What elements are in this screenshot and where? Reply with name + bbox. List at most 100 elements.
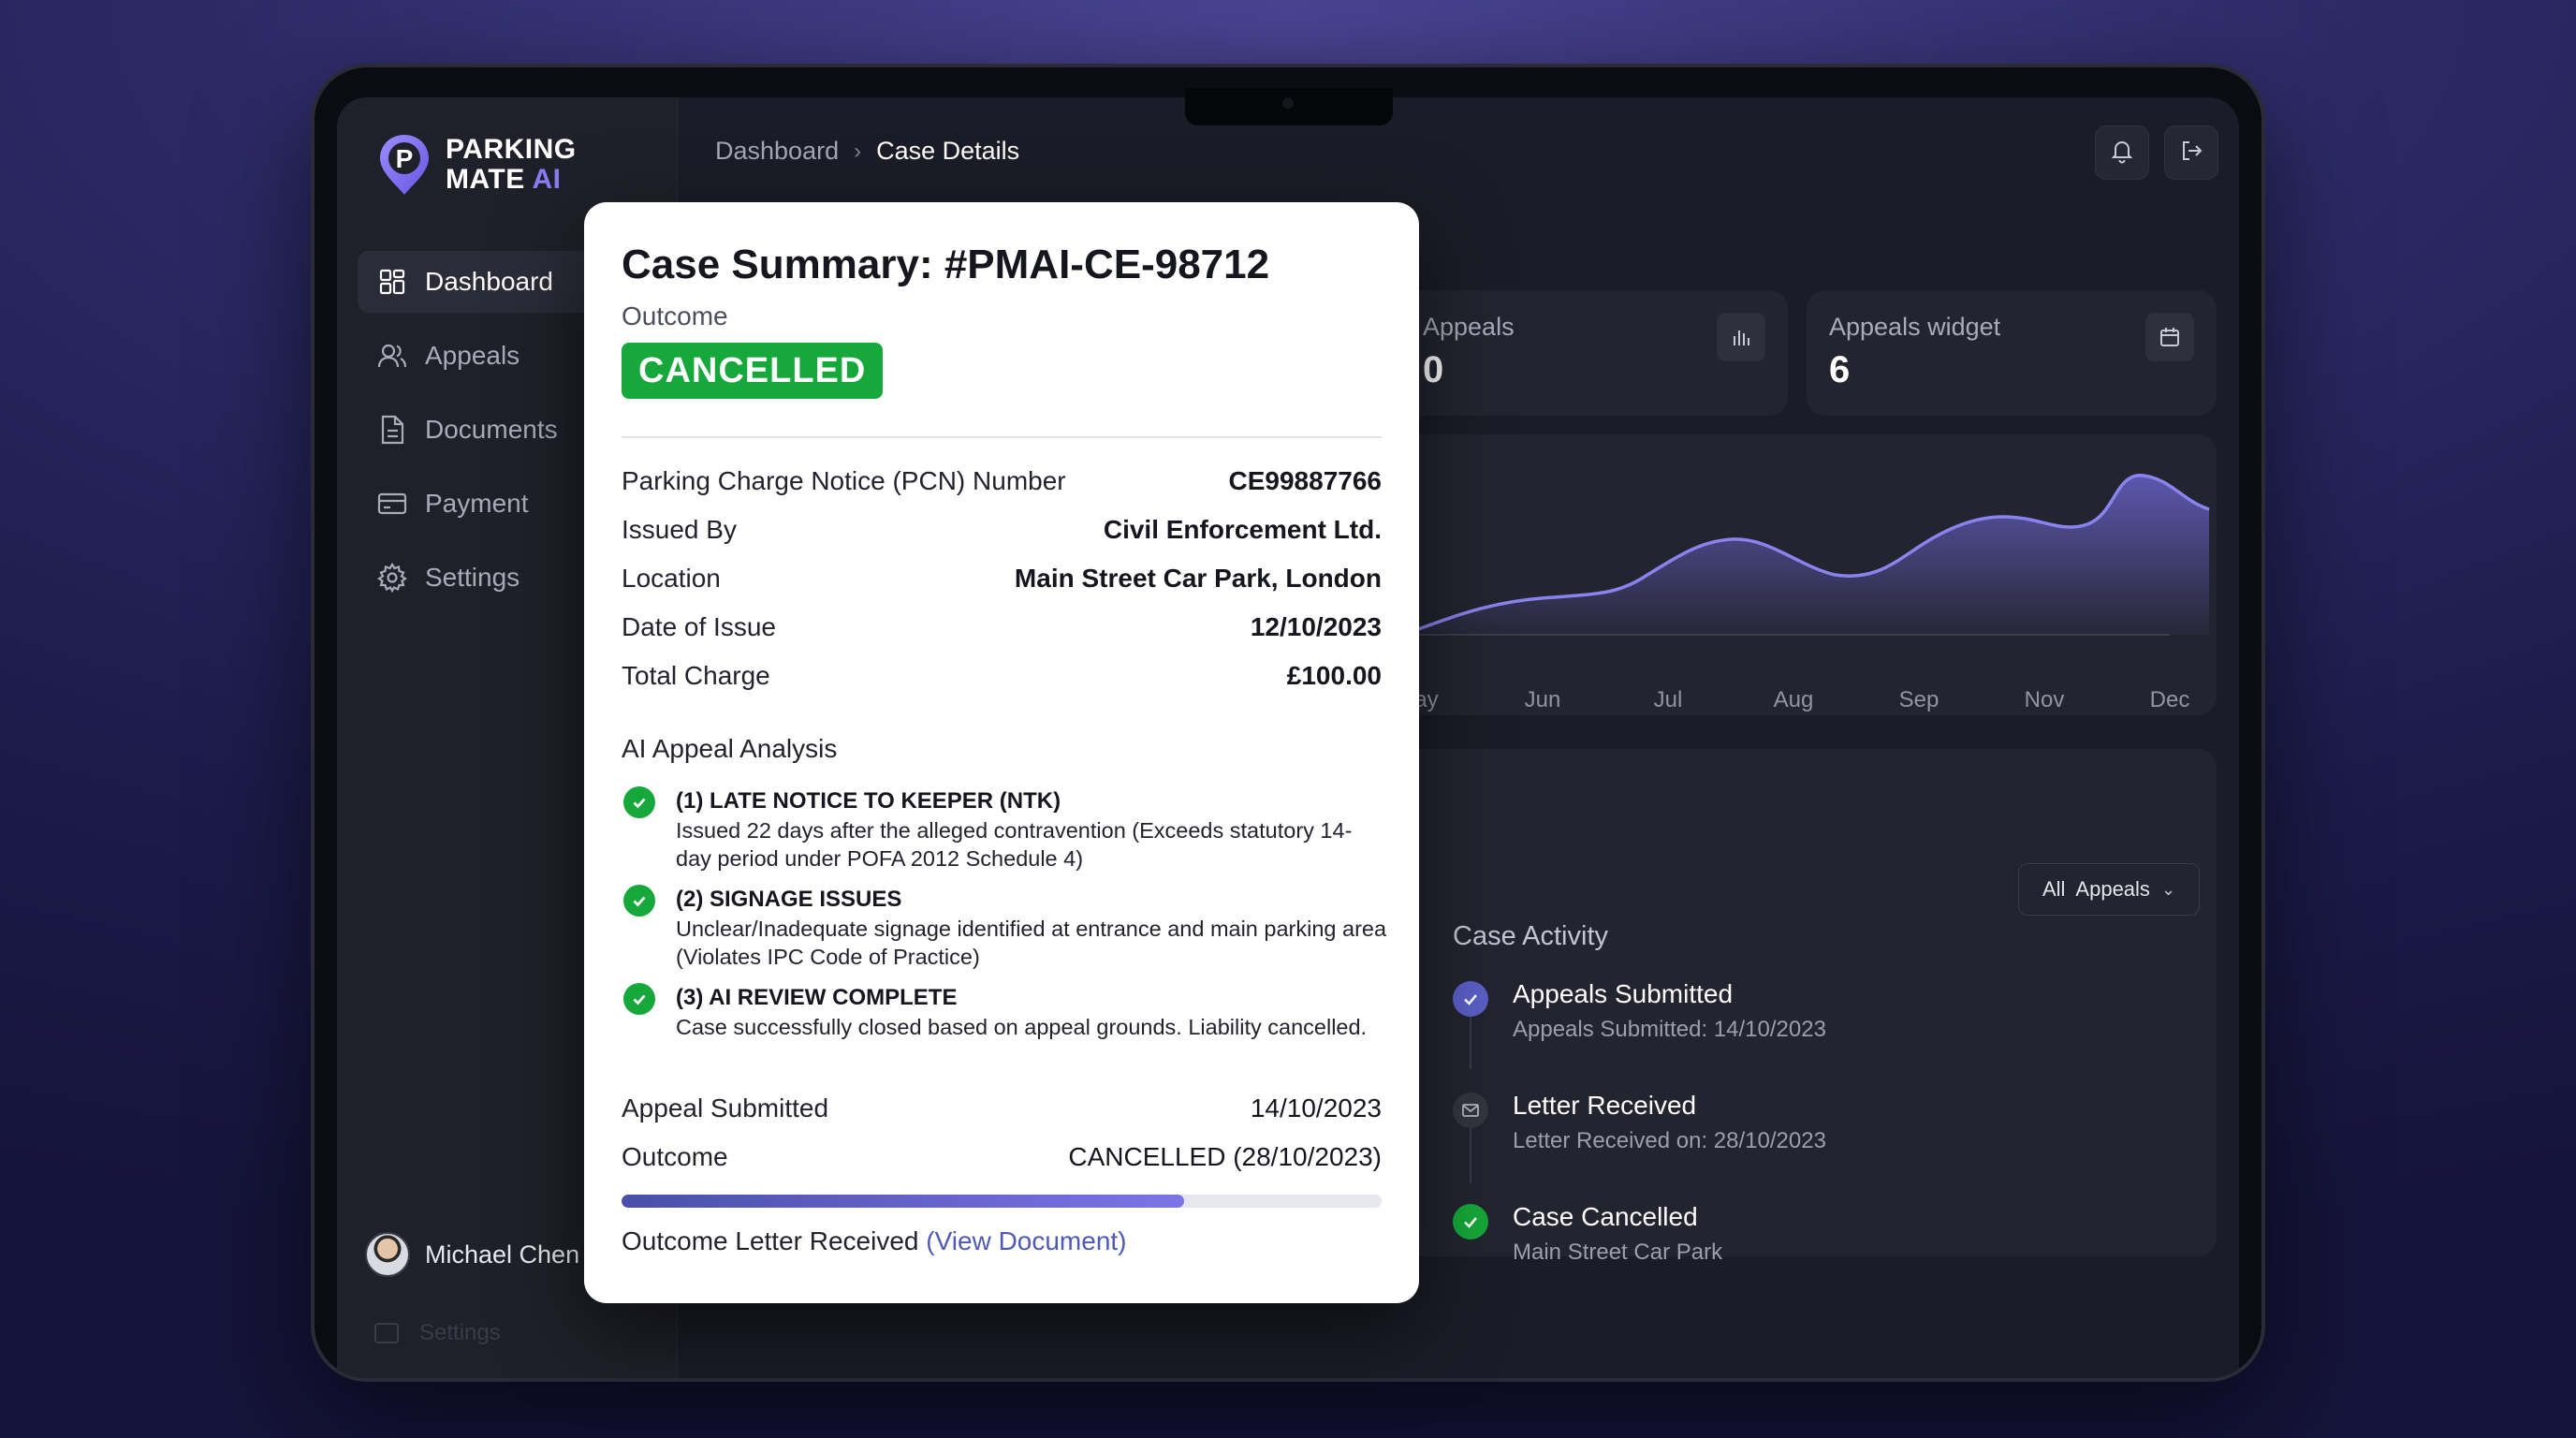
notifications-button[interactable] bbox=[2095, 125, 2149, 180]
appeals-stat-card[interactable]: Appeals 0 bbox=[1367, 290, 1788, 416]
sidebar-footer-settings[interactable]: Settings bbox=[374, 1320, 501, 1346]
users-icon bbox=[376, 340, 408, 372]
sidebar-item-label: Appeals bbox=[425, 341, 520, 370]
detail-key: Total Charge bbox=[622, 661, 770, 690]
check-icon bbox=[1453, 981, 1488, 1017]
check-circle-icon bbox=[623, 983, 655, 1015]
brand-line-2: MATE AI bbox=[446, 165, 577, 195]
activity-item-title: Letter Received bbox=[1513, 1091, 1697, 1120]
status-badge: CANCELLED bbox=[622, 343, 884, 399]
brand-word-ai: AI bbox=[532, 164, 562, 195]
widget-card-label: Appeals widget bbox=[1829, 313, 2001, 341]
detail-key: Issued By bbox=[622, 515, 737, 544]
appeals-widget-card[interactable]: Appeals widget 6 bbox=[1807, 290, 2217, 416]
camera-notch bbox=[1185, 88, 1393, 125]
detail-row: Date of Issue 12/10/2023 bbox=[622, 609, 1382, 646]
activity-item-subtitle: Appeals Submitted: 14/10/2023 bbox=[1513, 1017, 1826, 1042]
divider bbox=[622, 436, 1382, 438]
sidebar-item-label: Dashboard bbox=[425, 267, 553, 296]
detail-value: CE99887766 bbox=[1228, 466, 1382, 495]
logout-icon bbox=[2178, 138, 2204, 169]
check-icon bbox=[1453, 1204, 1488, 1240]
outcome-value: CANCELLED (28/10/2023) bbox=[1068, 1142, 1382, 1171]
activity-title: Case Activity bbox=[1453, 921, 1608, 951]
appeals-chart-card: MayJunJulAugSepNovDec bbox=[1367, 434, 2217, 715]
logout-button[interactable] bbox=[2164, 125, 2218, 180]
detail-row: Parking Charge Notice (PCN) Number CE998… bbox=[622, 462, 1382, 500]
bar-chart-icon[interactable] bbox=[1717, 313, 1765, 361]
detail-key: Parking Charge Notice (PCN) Number bbox=[622, 466, 1066, 495]
detail-row: Total Charge £100.00 bbox=[622, 657, 1382, 695]
appeals-area-chart bbox=[1407, 474, 2210, 636]
breadcrumb-current: Case Details bbox=[876, 137, 1020, 165]
check-circle-icon bbox=[623, 885, 655, 917]
view-document-link[interactable]: (View Document) bbox=[926, 1226, 1126, 1255]
bell-icon bbox=[2109, 138, 2135, 169]
gear-icon bbox=[376, 562, 408, 594]
chart-x-tick-label: Dec bbox=[2149, 687, 2190, 712]
activity-item-title: Appeals Submitted bbox=[1513, 979, 1734, 1008]
detail-row: Location Main Street Car Park, London bbox=[622, 560, 1382, 597]
document-icon bbox=[376, 414, 408, 446]
chart-x-tick-label: Sep bbox=[1898, 687, 1939, 712]
ground-description: Case successfully closed based on appeal… bbox=[676, 1015, 1368, 1039]
credit-card-icon bbox=[376, 488, 408, 520]
chart-x-tick-label: Nov bbox=[2024, 687, 2065, 712]
sidebar-item-label: Payment bbox=[425, 489, 529, 518]
appeals-filter-dropdown[interactable]: All Appeals ⌄ bbox=[2018, 863, 2200, 916]
grid-icon bbox=[376, 266, 408, 298]
appeals-card-label: Appeals bbox=[1423, 313, 1515, 341]
brand-word-mate: MATE bbox=[446, 164, 525, 195]
modal-title: Case Summary: #PMAI-CE-98712 bbox=[622, 242, 1270, 287]
activity-item-subtitle: Main Street Car Park bbox=[1513, 1240, 1723, 1265]
brand-logo[interactable]: P PARKING MATE AI bbox=[376, 131, 577, 198]
filter-label: All Appeals bbox=[2042, 877, 2150, 901]
chart-x-tick-label: Aug bbox=[1773, 687, 1814, 712]
breadcrumb-root[interactable]: Dashboard bbox=[715, 137, 839, 166]
case-summary-modal[interactable]: Case Summary: #PMAI-CE-98712 Outcome CAN… bbox=[584, 202, 1419, 1303]
sidebar-item-label: Settings bbox=[425, 563, 520, 592]
mail-icon bbox=[1453, 1093, 1488, 1128]
chart-x-tick-label: Jul bbox=[1653, 687, 1683, 712]
activity-item-title: Case Cancelled bbox=[1513, 1202, 1698, 1231]
case-progress-bar bbox=[622, 1195, 1382, 1208]
breadcrumb: Dashboard › Case Details bbox=[715, 137, 1019, 166]
outcome-label: Outcome bbox=[622, 301, 728, 330]
detail-row: Issued By Civil Enforcement Ltd. bbox=[622, 511, 1382, 549]
detail-value: Main Street Car Park, London bbox=[1014, 564, 1382, 593]
chevron-down-icon: ⌄ bbox=[2160, 879, 2176, 899]
user-name: Michael Chen bbox=[425, 1240, 580, 1269]
outcome-key: Outcome bbox=[622, 1142, 728, 1171]
ground-title: (1) LATE NOTICE TO KEEPER (NTK) bbox=[676, 788, 1061, 814]
ground-description: Issued 22 days after the alleged contrav… bbox=[676, 818, 1353, 871]
widget-card-value: 6 bbox=[1829, 349, 1851, 390]
detail-value: 12/10/2023 bbox=[1250, 612, 1382, 641]
appeal-submitted-key: Appeal Submitted bbox=[622, 1093, 829, 1123]
activity-item-subtitle: Letter Received on: 28/10/2023 bbox=[1513, 1128, 1826, 1153]
outcome-letter-text: Outcome Letter Received bbox=[622, 1226, 919, 1255]
appeals-card-value: 0 bbox=[1423, 349, 1444, 390]
chart-area-fill bbox=[1408, 475, 2209, 635]
ground-description: Unclear/Inadequate signage identified at… bbox=[676, 917, 1387, 969]
check-circle-icon bbox=[623, 786, 655, 818]
svg-text:P: P bbox=[396, 144, 414, 173]
calendar-icon[interactable] bbox=[2145, 313, 2194, 361]
case-activity-card bbox=[1367, 749, 2217, 1256]
case-progress-fill bbox=[622, 1195, 1184, 1208]
outcome-row: Outcome CANCELLED (28/10/2023) bbox=[622, 1138, 1382, 1176]
settings-footer-icon bbox=[374, 1323, 399, 1343]
brand-line-1: PARKING bbox=[446, 134, 577, 165]
sidebar-item-label: Documents bbox=[425, 415, 558, 444]
user-profile[interactable]: Michael Chen bbox=[365, 1232, 579, 1277]
appeal-submitted-value: 14/10/2023 bbox=[1250, 1093, 1382, 1123]
chart-x-tick-label: Jun bbox=[1524, 687, 1561, 712]
brand-name: PARKING MATE AI bbox=[446, 135, 577, 195]
sidebar-footer-label: Settings bbox=[419, 1320, 501, 1345]
detail-key: Date of Issue bbox=[622, 612, 776, 641]
analysis-title: AI Appeal Analysis bbox=[622, 734, 838, 763]
detail-value: Civil Enforcement Ltd. bbox=[1103, 515, 1382, 544]
ground-title: (2) SIGNAGE ISSUES bbox=[676, 887, 902, 912]
ground-title: (3) AI REVIEW COMPLETE bbox=[676, 985, 958, 1010]
location-pin-logo-icon: P bbox=[376, 131, 432, 198]
avatar bbox=[365, 1232, 410, 1277]
